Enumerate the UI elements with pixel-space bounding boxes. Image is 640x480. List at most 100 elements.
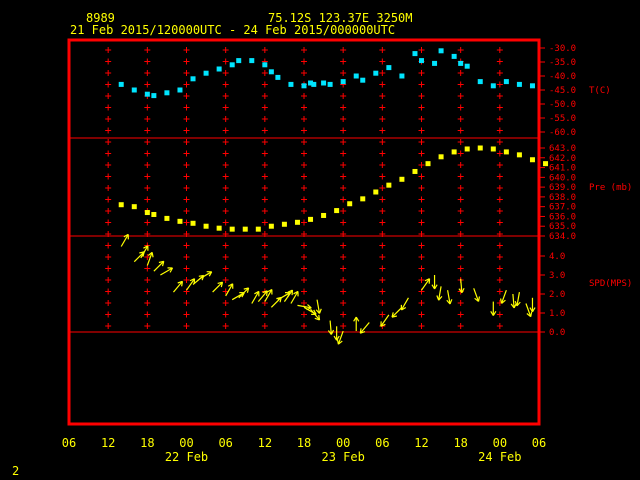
wind-arrow-head: [318, 308, 322, 314]
pressure-axis-label: Pre (mb): [589, 183, 632, 193]
y-tick-label: 3.0: [549, 271, 565, 281]
y-tick-label: -30.0: [549, 44, 576, 54]
temperature-point: [321, 80, 327, 86]
temperature-point: [412, 51, 418, 57]
pressure-point: [360, 196, 366, 202]
temperature-point: [301, 83, 307, 89]
y-tick-label: 637.0: [549, 203, 576, 213]
temperature-point: [311, 81, 317, 87]
x-tick-label: 12: [414, 436, 428, 450]
temperature-point: [177, 87, 183, 93]
temperature-point: [386, 65, 392, 71]
wind-arrow-head: [318, 314, 321, 321]
temperature-point: [503, 79, 509, 85]
temperature-point: [490, 83, 496, 89]
pressure-point: [334, 208, 340, 214]
pressure-point: [118, 202, 124, 208]
temperature-point: [203, 70, 209, 76]
y-tick-label: 635.0: [549, 222, 576, 232]
x-date-label: 24 Feb: [478, 450, 521, 464]
x-date-label: 22 Feb: [165, 450, 208, 464]
pressure-point: [425, 161, 431, 167]
time-range: 21 Feb 2015/120000UTC - 24 Feb 2015/0000…: [70, 23, 395, 37]
wind-arrow: [133, 251, 145, 263]
wind-arrow-head: [436, 295, 440, 301]
y-tick-label: 638.0: [549, 193, 576, 203]
pressure-point: [386, 182, 392, 188]
y-tick-label: 641.0: [549, 164, 576, 174]
wind-axis-label: SPD(MPS): [589, 279, 632, 289]
pressure-point: [131, 204, 137, 210]
pressure-point: [255, 226, 261, 232]
y-tick-label: 642.0: [549, 154, 576, 164]
pressure-point: [203, 223, 209, 229]
x-tick-label: 06: [375, 436, 389, 450]
pressure-point: [281, 221, 287, 227]
y-tick-label: -45.0: [549, 86, 576, 96]
temperature-point: [464, 63, 470, 69]
y-tick-label: 643.0: [549, 144, 576, 154]
page-number: 2: [12, 464, 19, 478]
pressure-point: [464, 146, 470, 152]
temperature-point: [216, 66, 222, 72]
temperature-point: [229, 62, 235, 68]
temperature-point: [399, 73, 405, 79]
wind-arrow-head: [336, 339, 339, 345]
wind-arrow-head: [151, 252, 154, 258]
y-tick-label: -40.0: [549, 72, 576, 82]
y-tick-label: 634.0: [549, 232, 576, 242]
meteogram-chart: 8989 75.12S 123.37E 3250M 21 Feb 2015/12…: [12, 11, 633, 478]
pressure-point: [543, 161, 549, 167]
pressure-point: [516, 152, 522, 158]
plot-area: -30.0 -35.0 -40.0 -45.0 -50.0 -55.0 -60.0 T(C) 6…: [62, 44, 633, 464]
wind-arrow-head: [449, 299, 453, 305]
pressure-point: [308, 216, 314, 222]
pressure-point: [164, 215, 170, 221]
temperature-point: [164, 90, 170, 96]
temperature-point: [419, 58, 424, 64]
temperature-point: [360, 77, 366, 83]
wind-arrow-head: [530, 311, 533, 317]
temperature-point: [288, 81, 294, 87]
pressure-point: [451, 149, 457, 155]
temperature-point: [268, 69, 274, 75]
y-tick-label: 636.0: [549, 212, 576, 222]
temperature-point: [432, 60, 438, 66]
pressure-point: [529, 157, 535, 163]
temperature-point: [249, 58, 255, 64]
y-tick-label: 2.0: [549, 290, 565, 300]
temperature-point: [477, 79, 483, 85]
x-tick-label: 00: [179, 436, 193, 450]
wind-arrow-head: [477, 296, 481, 302]
temperature-point: [151, 93, 157, 99]
pressure-point: [294, 219, 300, 225]
pressure-point: [399, 176, 405, 182]
y-tick-label: -60.0: [549, 128, 576, 138]
pressure-point: [412, 168, 418, 174]
pressure-point: [490, 146, 496, 152]
x-tick-label: 00: [336, 436, 350, 450]
x-tick-label: 12: [101, 436, 115, 450]
pressure-point: [144, 210, 150, 216]
pressure-point: [503, 149, 509, 155]
temperature-point: [275, 74, 281, 80]
y-tick-label: -50.0: [549, 100, 576, 110]
temperature-point: [340, 79, 346, 85]
y-tick-label: 640.0: [549, 173, 576, 183]
temperature-point: [327, 81, 333, 87]
y-tick-label: -35.0: [549, 58, 576, 68]
temperature-point: [529, 83, 535, 89]
x-tick-label: 06: [218, 436, 232, 450]
temperature-point: [451, 53, 457, 59]
x-tick-label: 00: [493, 436, 507, 450]
temperature-point: [144, 91, 150, 97]
x-tick-label: 18: [453, 436, 467, 450]
temperature-point: [438, 48, 444, 54]
x-date-label: 23 Feb: [321, 450, 364, 464]
y-tick-label: 639.0: [549, 183, 576, 193]
y-tick-label: 4.0: [549, 252, 565, 262]
wind-arrow: [153, 260, 165, 272]
wind-arrow: [391, 306, 403, 318]
temperature-point: [353, 73, 359, 79]
temperature-point: [373, 70, 379, 76]
